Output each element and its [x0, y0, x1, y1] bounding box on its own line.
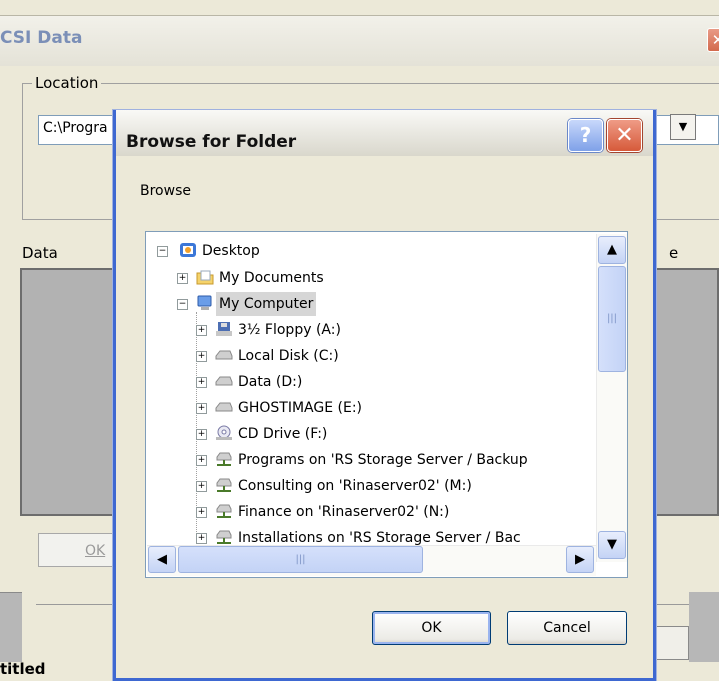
- scroll-right-arrow-icon[interactable]: ▶: [566, 546, 594, 573]
- expand-icon[interactable]: +: [196, 325, 207, 336]
- cancel-button[interactable]: Cancel: [507, 611, 627, 645]
- computer-icon: [197, 295, 212, 310]
- network-drive-icon: [216, 452, 232, 466]
- partial-column-label: e: [669, 244, 679, 262]
- combo-dropdown-arrow-icon[interactable]: ▼: [670, 114, 696, 140]
- tree-item-label: My Computer: [216, 292, 317, 316]
- dialog-title: Browse for Folder: [126, 132, 297, 152]
- background-ok-label: OK: [85, 543, 106, 559]
- horizontal-scroll-thumb[interactable]: |||: [178, 546, 423, 573]
- tree-item-label: GHOSTIMAGE (E:): [238, 400, 363, 416]
- network-drive-icon: [216, 530, 232, 544]
- location-label: Location: [32, 74, 102, 92]
- expand-icon[interactable]: +: [196, 481, 207, 492]
- expand-icon[interactable]: +: [196, 377, 207, 388]
- expand-icon[interactable]: +: [196, 455, 207, 466]
- tree-item-label: Programs on 'RS Storage Server / Backup: [238, 452, 528, 468]
- scroll-left-arrow-icon[interactable]: ◀: [148, 546, 176, 573]
- browse-instruction-label: Browse: [140, 183, 191, 199]
- scroll-down-arrow-icon[interactable]: ▼: [598, 531, 626, 559]
- folder-icon: [196, 270, 214, 285]
- help-button[interactable]: ?: [568, 119, 603, 152]
- data-label: Data: [22, 244, 58, 262]
- tree-item-label: Finance on 'Rinaserver02' (N:): [238, 504, 450, 520]
- expand-icon[interactable]: +: [196, 429, 207, 440]
- collapse-icon[interactable]: −: [157, 246, 168, 257]
- desktop-icon: [180, 243, 196, 257]
- tree-item-label: Local Disk (C:): [238, 348, 339, 364]
- tree-item-label: Data (D:): [238, 374, 303, 390]
- csi-data-title: CSI Data: [0, 28, 83, 48]
- dialog-close-button[interactable]: ✕: [607, 119, 642, 152]
- expand-icon[interactable]: +: [196, 507, 207, 518]
- expand-icon[interactable]: +: [196, 403, 207, 414]
- network-drive-icon: [216, 478, 232, 492]
- tree-item-label: CD Drive (F:): [238, 426, 328, 442]
- background-grey-panel-left: [0, 592, 22, 662]
- background-top-strip: [0, 0, 719, 16]
- expand-icon[interactable]: +: [196, 351, 207, 362]
- tree-item-label: Desktop: [202, 243, 260, 259]
- tree-item-label: Installations on 'RS Storage Server / Ba…: [238, 530, 521, 545]
- tree-item-label: Consulting on 'Rinaserver02' (M:): [238, 478, 472, 494]
- tree-item-label: My Documents: [219, 270, 324, 286]
- tree-clip: + Installations on 'RS Storage Server / …: [147, 526, 596, 545]
- expand-icon[interactable]: +: [196, 533, 207, 544]
- csi-data-close-button[interactable]: ✕: [707, 28, 719, 52]
- vertical-scroll-thumb[interactable]: |||: [598, 266, 626, 372]
- collapse-icon[interactable]: −: [177, 299, 188, 310]
- drive-icon: [215, 350, 233, 360]
- tree-item-label: 3½ Floppy (A:): [238, 322, 341, 338]
- ok-button[interactable]: OK: [372, 611, 491, 645]
- background-right-button[interactable]: [655, 626, 689, 660]
- scroll-up-arrow-icon[interactable]: ▲: [598, 236, 626, 264]
- drive-icon: [215, 402, 233, 412]
- csi-data-titlebar: [0, 16, 719, 66]
- cd-drive-icon: [216, 425, 232, 440]
- drive-icon: [215, 376, 233, 386]
- expand-icon[interactable]: +: [177, 273, 188, 284]
- background-grey-panel-right: [689, 592, 719, 662]
- partial-titled-text: titled: [0, 660, 46, 678]
- floppy-icon: [216, 322, 232, 336]
- network-drive-icon: [216, 504, 232, 518]
